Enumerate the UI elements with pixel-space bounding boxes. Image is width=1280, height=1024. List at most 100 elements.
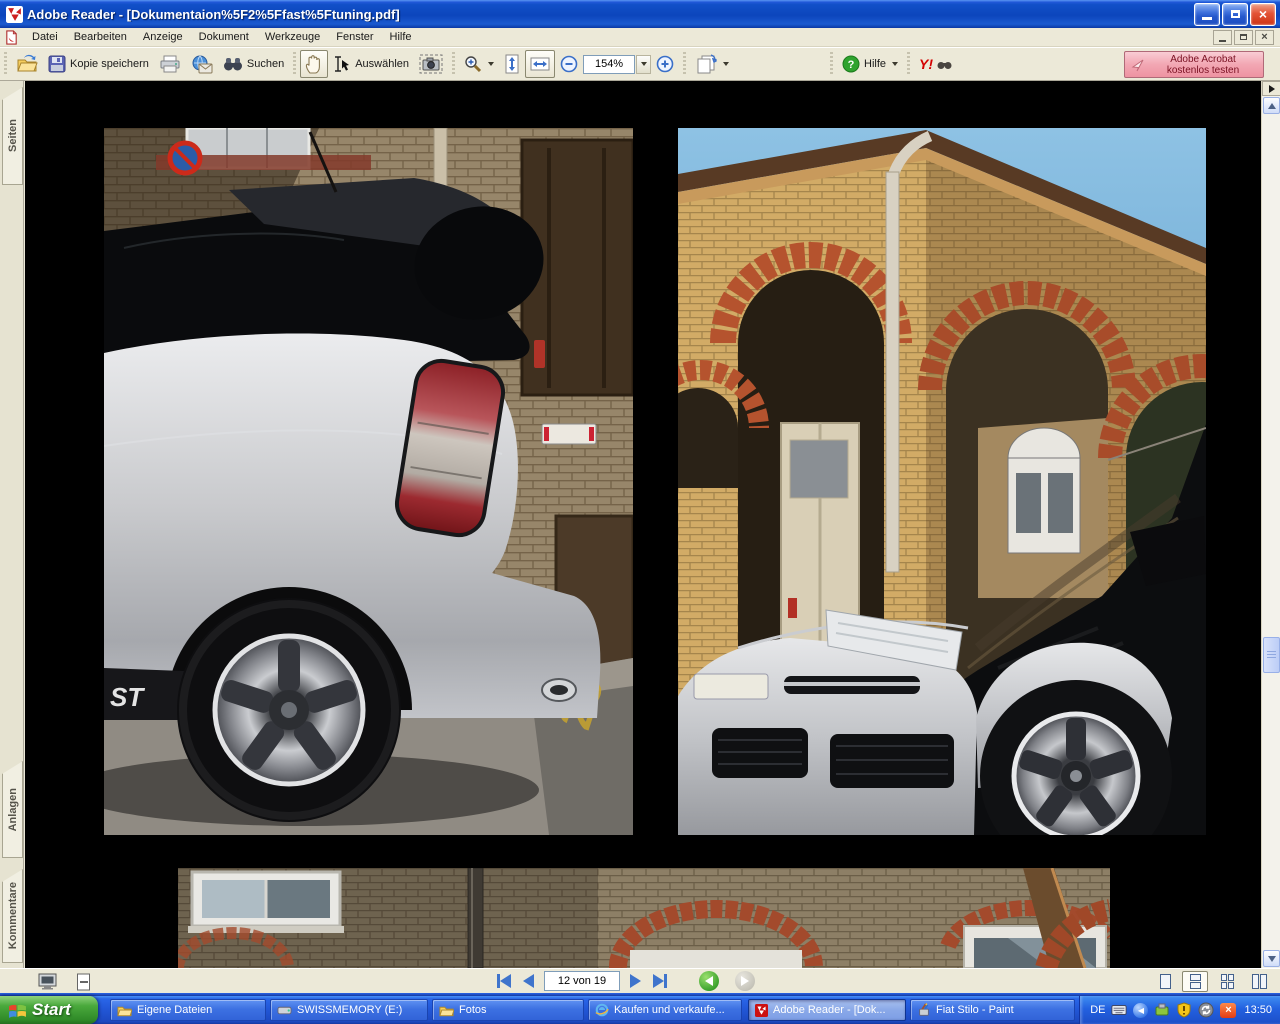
help-label: Hilfe — [864, 58, 886, 70]
open-button[interactable] — [11, 50, 43, 78]
toolbar-grip-3[interactable] — [452, 52, 455, 76]
scroll-up-button[interactable] — [1263, 97, 1280, 114]
doc-minimize-icon — [1219, 40, 1226, 42]
facing-icon — [1252, 974, 1267, 989]
continuous-facing-layout-button[interactable] — [1214, 971, 1240, 992]
yahoo-icon: Y! — [919, 56, 933, 72]
keyboard-icon[interactable] — [1111, 1002, 1127, 1018]
document-page[interactable]: 23 ST — [25, 81, 1261, 968]
taskbar-item-label: Kaufen und verkaufe... — [614, 1004, 725, 1016]
taskbar-item-label: Eigene Dateien — [137, 1004, 212, 1016]
search-button[interactable]: Suchen — [218, 50, 289, 78]
fit-page-button[interactable] — [499, 50, 525, 78]
svg-text:?: ? — [848, 59, 855, 71]
previous-view-icon — [705, 976, 713, 986]
menu-fenster[interactable]: Fenster — [328, 29, 381, 45]
security-shield-icon[interactable] — [1176, 1002, 1192, 1018]
fullscreen-view-button[interactable] — [36, 972, 58, 991]
menu-werkzeuge[interactable]: Werkzeuge — [257, 29, 328, 45]
taskbar-item-fotos[interactable]: Fotos — [432, 999, 584, 1021]
hide-tray-icons-button[interactable]: ◀ — [1133, 1003, 1148, 1018]
menu-anzeige[interactable]: Anzeige — [135, 29, 191, 45]
sidebar-tab-seiten[interactable]: Seiten — [2, 87, 23, 185]
menu-hilfe[interactable]: Hilfe — [382, 29, 420, 45]
select-tool-button[interactable]: Auswählen — [328, 50, 414, 78]
toolbar-grip-4[interactable] — [683, 52, 686, 76]
page-size-icon — [76, 973, 91, 991]
doc-minimize-button[interactable] — [1213, 30, 1232, 45]
facing-layout-button[interactable] — [1246, 971, 1272, 992]
print-button[interactable] — [154, 50, 186, 78]
toolbar-grip[interactable] — [4, 52, 7, 76]
taskbar-item-internet-explorer[interactable]: Kaufen und verkaufe... — [588, 999, 742, 1021]
sidebar-tab-anlagen[interactable]: Anlagen — [2, 761, 23, 858]
email-button[interactable] — [186, 50, 218, 78]
save-icon — [48, 55, 66, 73]
text-select-icon — [333, 55, 351, 73]
save-copy-button[interactable]: Kopie speichern — [43, 50, 154, 78]
close-button[interactable]: × — [1250, 3, 1276, 26]
scrollbar-thumb[interactable] — [1263, 637, 1280, 673]
restore-button[interactable] — [1222, 3, 1248, 26]
previous-page-button[interactable] — [521, 972, 536, 990]
menubar: Datei Bearbeiten Anzeige Dokument Werkze… — [0, 28, 1280, 47]
photo-car-rear-view: 23 ST — [104, 128, 633, 835]
windows-update-icon[interactable] — [1198, 1002, 1214, 1018]
drive-icon — [277, 1005, 292, 1016]
zoom-in-button[interactable] — [651, 50, 679, 78]
taskbar-item-label: Adobe Reader - [Dok... — [773, 1004, 886, 1016]
vertical-scrollbar[interactable] — [1261, 81, 1280, 968]
anlagen-tab-label: Anlagen — [7, 788, 19, 831]
toolbar-collapse-button[interactable] — [1262, 81, 1280, 96]
last-page-button[interactable] — [651, 972, 669, 990]
scroll-down-button[interactable] — [1263, 950, 1280, 967]
toolbar-grip-5[interactable] — [830, 52, 833, 76]
acrobat-ad-button[interactable]: Adobe Acrobatkostenlos testen — [1124, 51, 1264, 78]
taskbar-item-eigene-dateien[interactable]: Eigene Dateien — [110, 999, 266, 1021]
taskbar-item-swissmemory[interactable]: SWISSMEMORY (E:) — [270, 999, 428, 1021]
hand-tool-button[interactable] — [300, 50, 328, 78]
menu-dokument[interactable]: Dokument — [191, 29, 257, 45]
zoom-percent-dropdown-arrow — [641, 62, 647, 66]
photo-car-front-view — [678, 128, 1206, 835]
next-view-button[interactable] — [735, 971, 755, 991]
yahoo-messenger-button[interactable]: Y! — [914, 50, 957, 78]
titlebar[interactable]: Adobe Reader - [Dokumentaion%5F2%5Ffast%… — [0, 0, 1280, 28]
taskbar-item-paint[interactable]: Fiat Stilo - Paint — [910, 999, 1075, 1021]
start-button[interactable]: Start — [0, 996, 98, 1024]
page-size-button[interactable] — [72, 972, 94, 991]
continuous-layout-button[interactable] — [1182, 971, 1208, 992]
next-page-button[interactable] — [628, 972, 643, 990]
menu-bearbeiten[interactable]: Bearbeiten — [66, 29, 135, 45]
doc-restore-button[interactable] — [1234, 30, 1253, 45]
page-display-dropdown-arrow — [723, 62, 729, 66]
page-display-button[interactable] — [690, 50, 734, 78]
menu-datei[interactable]: Datei — [24, 29, 66, 45]
taskbar-item-adobe-reader[interactable]: Adobe Reader - [Dok... — [748, 999, 906, 1021]
safely-remove-hardware-icon[interactable] — [1154, 1002, 1170, 1018]
scrollbar-thumb-grip — [1267, 651, 1276, 659]
language-indicator[interactable]: DE — [1090, 1004, 1105, 1016]
previous-view-button[interactable] — [699, 971, 719, 991]
scroll-up-icon — [1268, 103, 1276, 109]
yahoo-binoculars-icon — [937, 58, 952, 70]
page-indicator-input[interactable] — [544, 971, 620, 991]
doc-close-button[interactable]: × — [1255, 30, 1274, 45]
adobe-reader-icon — [6, 6, 23, 23]
pdf-document-icon[interactable] — [4, 30, 19, 45]
help-button[interactable]: ? Hilfe — [837, 50, 903, 78]
sidebar-tab-kommentare[interactable]: Kommentare — [2, 869, 23, 963]
zoom-percent-dropdown[interactable] — [636, 55, 651, 74]
toolbar-grip-6[interactable] — [907, 52, 910, 76]
zoom-out-button[interactable] — [555, 50, 583, 78]
zoom-percent-input[interactable] — [583, 55, 635, 74]
minimize-button[interactable] — [1194, 3, 1220, 26]
fit-width-button[interactable] — [525, 50, 555, 78]
toolbar-grip-2[interactable] — [293, 52, 296, 76]
tray-red-x-icon[interactable]: × — [1220, 1003, 1236, 1018]
snapshot-button[interactable] — [414, 50, 448, 78]
single-page-layout-button[interactable] — [1152, 971, 1178, 992]
zoom-in-tool-button[interactable] — [459, 50, 499, 78]
first-page-button[interactable] — [495, 972, 513, 990]
svg-text:ST: ST — [110, 682, 145, 712]
